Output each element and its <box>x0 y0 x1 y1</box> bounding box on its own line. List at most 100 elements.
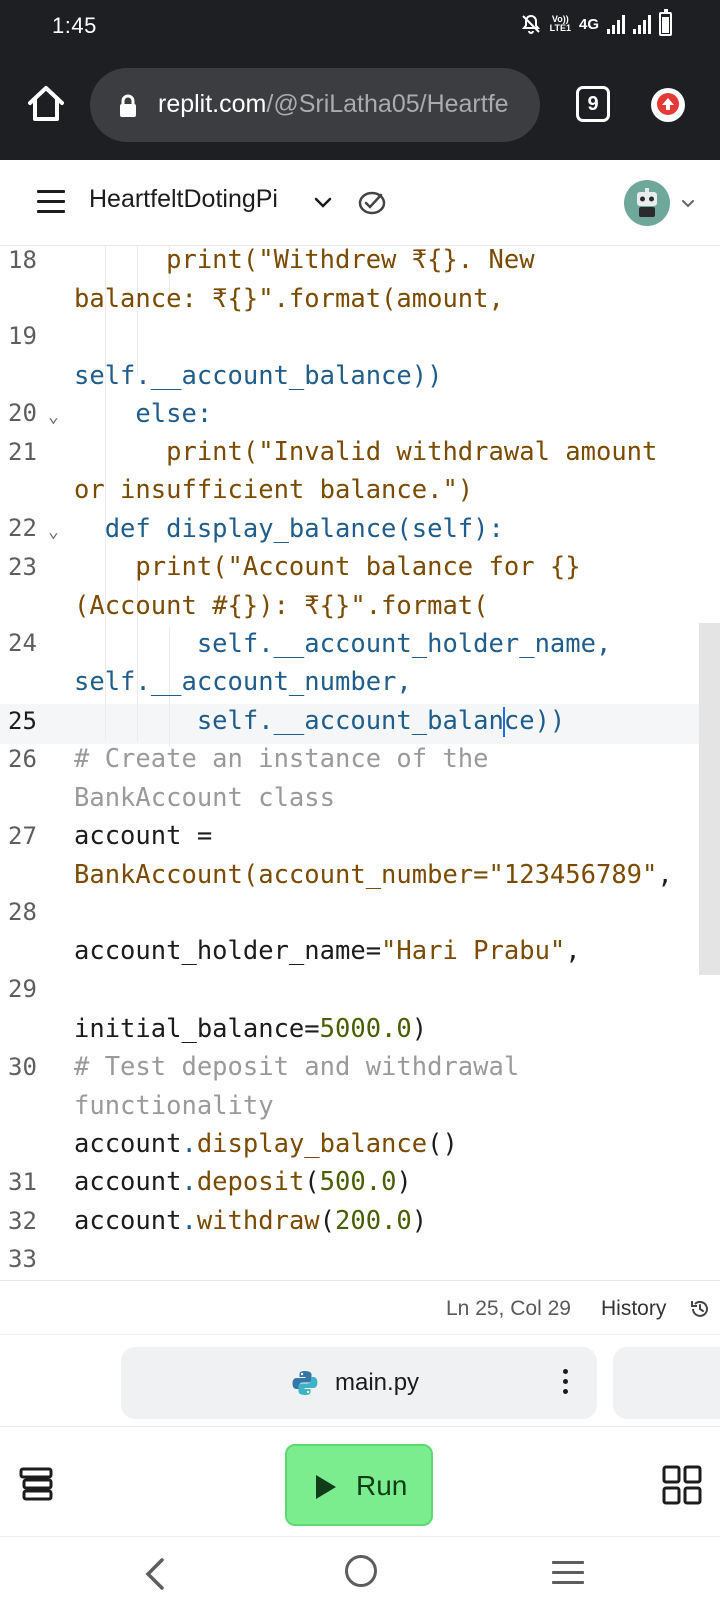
code-line: else: <box>74 399 213 429</box>
code-method: display_balance <box>196 1129 428 1159</box>
play-icon <box>316 1475 336 1499</box>
update-icon[interactable] <box>651 88 685 122</box>
fold-chevron-icon[interactable]: ⌄ <box>48 406 59 427</box>
battery-icon <box>659 9 672 36</box>
status-icons: Vo)) LTE1 4G <box>520 9 672 36</box>
repl-header: HeartfeltDotingPi <box>0 160 720 246</box>
code-text: ce)) <box>503 706 566 736</box>
history-icon[interactable] <box>689 1298 711 1320</box>
code-editor[interactable]: 18 19 20 ⌄ 21 22 ⌄ 23 24 25 26 27 28 29 … <box>0 246 720 1280</box>
line-number: 26 <box>8 745 37 773</box>
history-button[interactable]: History <box>601 1297 666 1321</box>
chevron-down-icon[interactable] <box>312 191 334 213</box>
code-line: account = <box>74 821 213 851</box>
line-number: 31 <box>8 1168 37 1196</box>
code-line-active: self.__account_balance)) <box>74 706 565 737</box>
code-text: BankAccount(account_number= <box>74 860 489 890</box>
file-name: main.py <box>335 1369 420 1396</box>
code-line: (Account #{}): ₹{}".format( <box>74 591 489 621</box>
line-number-active: 25 <box>8 707 37 735</box>
code-line: account_holder_name="Hari Prabu", <box>74 936 581 966</box>
home-icon[interactable] <box>24 82 68 126</box>
menu-icon[interactable] <box>37 190 65 214</box>
line-number: 20 <box>8 399 37 427</box>
python-icon <box>292 1371 318 1395</box>
lock-icon <box>120 94 136 117</box>
volte-indicator: Vo)) LTE1 <box>549 14 571 33</box>
tools-stack-icon[interactable] <box>18 1466 54 1502</box>
code-line: print("Withdrew ₹{}. New <box>74 246 535 275</box>
dnd-muted-bell-icon <box>521 14 540 34</box>
run-button[interactable]: Run <box>285 1444 433 1526</box>
code-text: () <box>427 1129 458 1159</box>
code-text: account <box>74 1129 182 1159</box>
code-string: "123456789" <box>488 860 658 890</box>
line-number: 33 <box>8 1245 37 1273</box>
line-number: 29 <box>8 975 37 1003</box>
editor-status-strip: Ln 25, Col 29 History <box>0 1280 720 1334</box>
code-string: "Hari Prabu" <box>381 936 566 966</box>
line-number: 28 <box>8 898 37 926</box>
editor-scrollbar[interactable] <box>699 623 720 975</box>
line-number: 19 <box>8 322 37 350</box>
code-method: deposit <box>196 1167 305 1197</box>
code-comment: # Create an instance of the <box>74 744 489 774</box>
file-tab-main-py[interactable]: main.py <box>121 1347 597 1419</box>
file-tab-partial[interactable] <box>613 1347 720 1419</box>
code-line: print("Invalid withdrawal amount <box>74 437 658 467</box>
checkpoint-icon[interactable] <box>357 188 387 216</box>
code-line: initial_balance=5000.0) <box>74 1014 427 1044</box>
code-line: def display_balance(self): <box>74 514 504 544</box>
user-avatar[interactable] <box>624 180 670 226</box>
tab-switcher-button[interactable]: 9 <box>576 86 610 122</box>
url-domain: replit.com <box>158 90 267 118</box>
url-path: /@SriLatha05/Heartfe <box>266 90 509 118</box>
system-navigation-bar <box>0 1536 720 1612</box>
bottom-action-bar: Run <box>0 1426 720 1536</box>
code-line: account.deposit(500.0) <box>74 1167 412 1197</box>
cursor-position: Ln 25, Col 29 <box>446 1297 571 1320</box>
address-bar[interactable]: replit.com/@SriLatha05/Heartfe <box>90 68 540 142</box>
code-line: account.withdraw(200.0) <box>74 1206 428 1236</box>
code-line: self.__account_number, <box>74 667 412 697</box>
file-tabs-bar: main.py <box>0 1334 720 1426</box>
line-number: 18 <box>8 246 37 274</box>
code-text: self.__account_balan <box>74 706 504 736</box>
line-number: 30 <box>8 1053 37 1081</box>
line-number: 24 <box>8 629 37 657</box>
code-text: account <box>74 1206 182 1236</box>
network-type: 4G <box>578 15 599 33</box>
back-icon[interactable] <box>142 1557 168 1591</box>
code-line: account.display_balance() <box>74 1129 458 1159</box>
code-text: account_holder_name= <box>74 936 382 966</box>
code-method: withdraw <box>196 1206 320 1236</box>
home-circle-icon[interactable] <box>345 1555 377 1587</box>
run-label: Run <box>356 1470 408 1501</box>
code-line: BankAccount(account_number="123456789", <box>74 860 673 890</box>
code-number: 500.0 <box>319 1167 397 1197</box>
status-time: 1:45 <box>52 13 97 38</box>
code-text: initial_balance= <box>74 1014 320 1044</box>
line-number: 27 <box>8 822 37 850</box>
code-line: self.__account_balance)) <box>74 361 443 391</box>
code-text: , <box>565 936 581 966</box>
line-number: 23 <box>8 553 37 581</box>
system-status-bar: 1:45 Vo)) LTE1 4G <box>0 0 720 52</box>
signal-strength-icon-1 <box>607 14 625 34</box>
signal-strength-icon-2 <box>633 14 651 34</box>
avatar-chevron-down-icon[interactable] <box>680 197 696 211</box>
recents-icon[interactable] <box>552 1561 584 1591</box>
repl-name[interactable]: HeartfeltDotingPi <box>89 185 278 214</box>
code-comment: # Test deposit and withdrawal <box>74 1052 520 1082</box>
line-number: 21 <box>8 438 37 466</box>
more-options-icon[interactable] <box>563 1369 569 1399</box>
code-line: balance: ₹{}".format(amount, <box>74 284 504 314</box>
line-number: 32 <box>8 1207 37 1235</box>
code-line: or insufficient balance.") <box>74 475 474 505</box>
fold-chevron-icon[interactable]: ⌄ <box>48 521 59 542</box>
grid-layout-icon[interactable] <box>662 1465 702 1505</box>
code-comment: BankAccount class <box>74 783 335 813</box>
url-text: replit.com/@SriLatha05/Heartfe <box>158 90 509 119</box>
code-text: ) <box>411 1014 428 1044</box>
avatar-robot-icon <box>637 188 657 217</box>
